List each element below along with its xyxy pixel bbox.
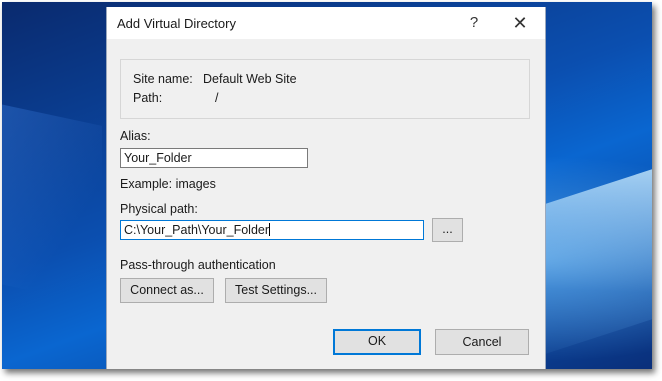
alias-example-text: Example: images	[120, 177, 216, 191]
test-settings-button[interactable]: Test Settings...	[225, 278, 327, 303]
alias-label: Alias:	[120, 129, 151, 143]
dialog-title: Add Virtual Directory	[117, 16, 236, 31]
site-name-value: Default Web Site	[203, 72, 297, 86]
connect-as-button[interactable]: Connect as...	[120, 278, 214, 303]
physical-path-label: Physical path:	[120, 202, 198, 216]
desktop-background: Add Virtual Directory ? ✕ Site name: Def…	[2, 2, 652, 369]
text-caret	[269, 223, 271, 236]
close-icon[interactable]: ✕	[509, 13, 531, 33]
physical-path-value: C:\Your_Path\Your_Folder	[124, 223, 270, 237]
pass-through-label: Pass-through authentication	[120, 258, 276, 272]
ok-button[interactable]: OK	[333, 329, 421, 355]
physical-path-input[interactable]: C:\Your_Path\Your_Folder	[120, 220, 424, 240]
cancel-button[interactable]: Cancel	[435, 329, 529, 355]
site-name-label: Site name:	[133, 72, 193, 86]
help-icon[interactable]: ?	[464, 13, 484, 33]
add-virtual-directory-dialog: Add Virtual Directory ? ✕ Site name: Def…	[106, 7, 546, 369]
site-info-box: Site name: Default Web Site Path: /	[120, 59, 530, 119]
path-label: Path:	[133, 91, 163, 105]
path-value: /	[215, 91, 219, 105]
dialog-titlebar[interactable]: Add Virtual Directory ? ✕	[107, 7, 545, 39]
browse-button[interactable]: ...	[432, 218, 463, 242]
wallpaper-light-left	[2, 98, 102, 306]
alias-input[interactable]: Your_Folder	[120, 148, 308, 168]
